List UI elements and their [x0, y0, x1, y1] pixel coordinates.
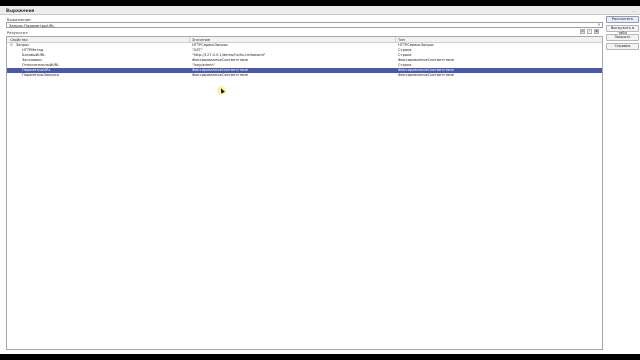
help-button[interactable]: Справка — [606, 43, 639, 50]
result-label: Результат: — [7, 30, 29, 35]
mouse-pointer-highlight — [217, 86, 226, 95]
row-type: ФиксированноеСоответствие — [398, 73, 454, 77]
window-title: Выражения — [6, 8, 35, 13]
window-titlebar: Выражения ... — [0, 6, 640, 15]
settings-icon[interactable]: ▦ — [594, 29, 599, 34]
result-toolbar: ▤ ⌕ ▦ — [580, 29, 599, 34]
expression-window: Выражения ... Выражение: Запрос.Параметр… — [0, 6, 640, 354]
window-menu-icon[interactable]: ... — [632, 8, 636, 13]
calculate-button[interactable]: Рассчитать — [606, 16, 639, 23]
add-to-table-button[interactable]: Выгрузить в табл — [606, 25, 639, 35]
cursor-arrow-icon — [219, 87, 225, 94]
result-tree-table[interactable]: Свойство Значение Тип ⊟ Запрос HTTPСерви… — [6, 36, 603, 350]
row-value: ФиксированноеСоответствие — [192, 73, 248, 77]
expression-input[interactable]: Запрос.ПараметрыURL × — [6, 22, 603, 28]
clear-icon[interactable]: × — [597, 23, 601, 27]
find-icon[interactable]: ⌕ — [587, 29, 592, 34]
row-property: ПараметрыЗапроса — [22, 73, 60, 77]
expand-icon[interactable]: ▤ — [580, 29, 585, 34]
close-button[interactable]: Закрыть — [606, 34, 639, 41]
table-row[interactable]: ПараметрыЗапроса ФиксированноеСоответств… — [7, 73, 602, 78]
expression-value: Запрос.ПараметрыURL — [9, 23, 55, 28]
